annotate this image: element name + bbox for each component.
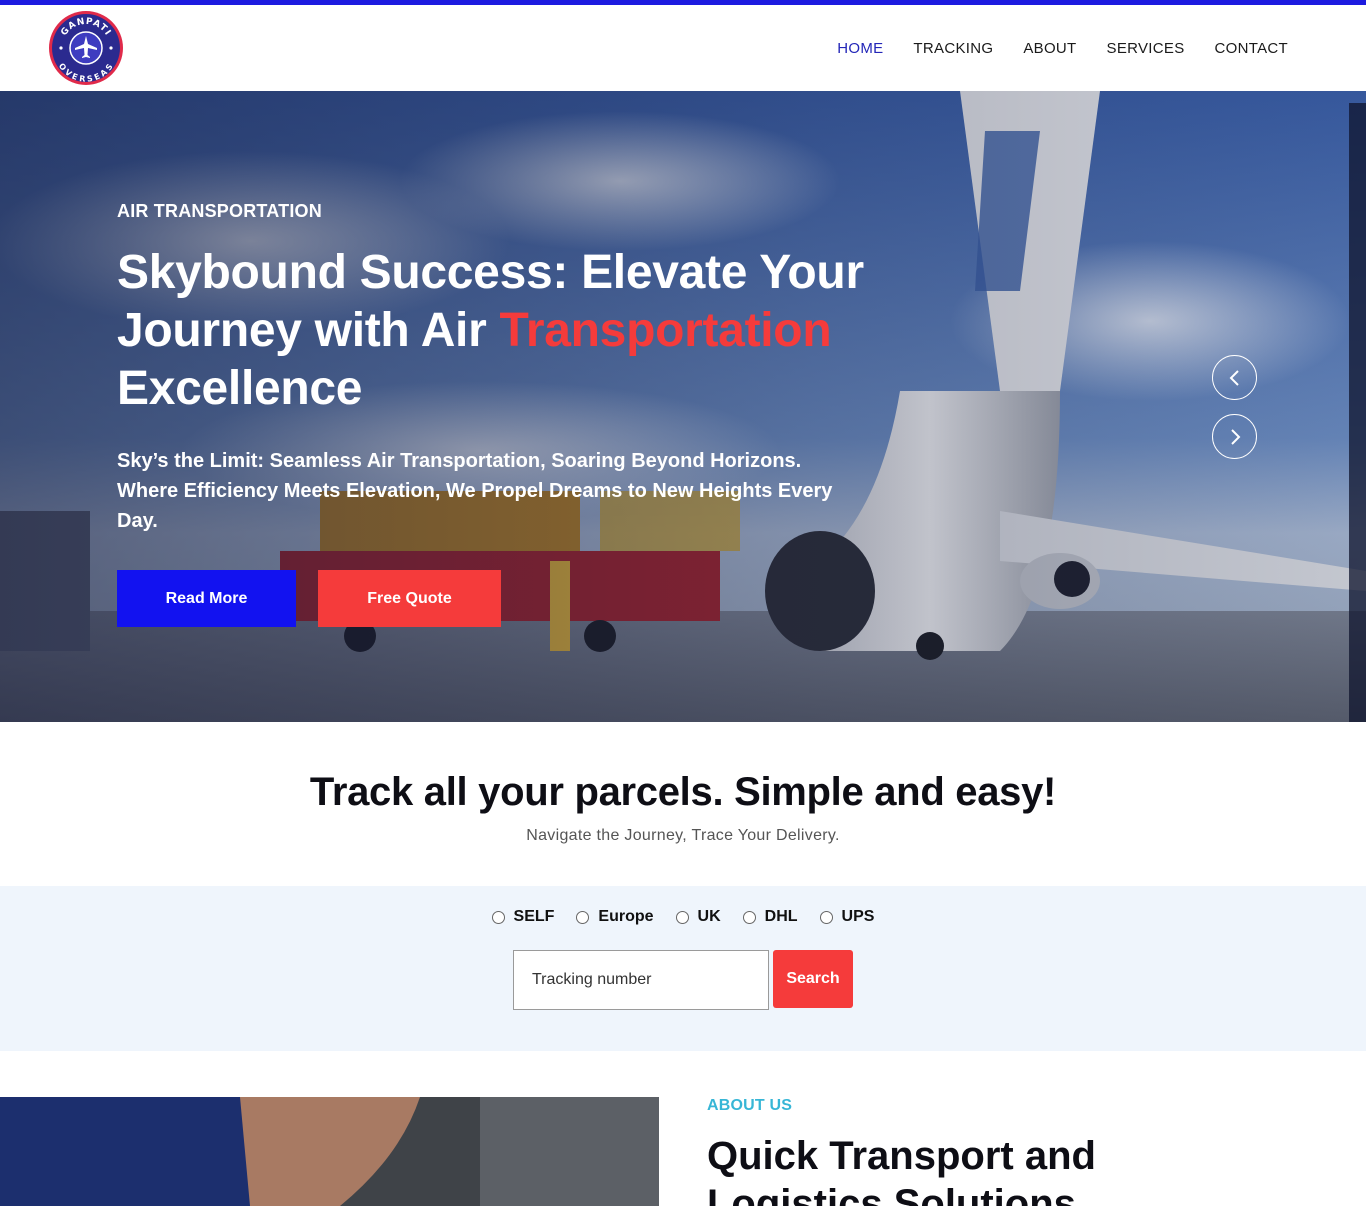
about-title: Quick Transport and Logistics Solutions [707, 1134, 1096, 1206]
main-nav: HOME TRACKING ABOUT SERVICES CONTACT [837, 5, 1288, 91]
carrier-label: UPS [841, 908, 875, 925]
read-more-button[interactable]: Read More [117, 570, 296, 627]
tracking-number-input[interactable] [513, 950, 769, 1010]
carrier-radio-dhl[interactable]: DHL [742, 908, 798, 926]
search-button[interactable]: Search [773, 950, 853, 1008]
hero-content: AIR TRANSPORTATION Skybound Success: Ele… [117, 201, 877, 627]
tracking-subtitle: Navigate the Journey, Trace Your Deliver… [526, 827, 840, 844]
radio-button[interactable] [675, 910, 689, 924]
carrier-radio-ups[interactable]: UPS [819, 908, 875, 926]
carrier-radio-group: SELF Europe UK DHL UPS [0, 908, 1366, 926]
hero-title: Skybound Success: Elevate Your Journey w… [117, 244, 877, 418]
site-header: GANPATI OVERSEAS HOME TRACKING ABOUT SER… [0, 5, 1366, 91]
carrier-radio-uk[interactable]: UK [675, 908, 721, 926]
about-image [0, 1097, 659, 1206]
hero-buttons: Read More Free Quote [117, 570, 877, 627]
carrier-radio-europe[interactable]: Europe [576, 908, 654, 926]
company-logo[interactable]: GANPATI OVERSEAS [48, 10, 124, 86]
carrier-radio-self[interactable]: SELF [491, 908, 555, 926]
slider-prev-button[interactable] [1212, 355, 1257, 400]
hero-title-part2: Excellence [117, 362, 363, 415]
carrier-label: UK [697, 908, 721, 925]
carrier-label: SELF [513, 908, 555, 925]
radio-button[interactable] [576, 910, 590, 924]
about-eyebrow: ABOUT US [707, 1097, 793, 1114]
hero-slider: AIR TRANSPORTATION Skybound Success: Ele… [0, 91, 1366, 722]
chevron-left-icon [1229, 369, 1239, 386]
hero-title-highlight: Transportation [499, 304, 832, 357]
carrier-label: Europe [598, 908, 654, 925]
hero-subtitle: Sky’s the Limit: Seamless Air Transporta… [117, 450, 833, 532]
tracking-header: Track all your parcels. Simple and easy!… [0, 722, 1366, 886]
nav-tracking[interactable]: TRACKING [913, 40, 993, 57]
nav-contact[interactable]: CONTACT [1215, 40, 1288, 57]
chevron-right-icon [1230, 428, 1240, 445]
carrier-label: DHL [764, 908, 798, 925]
free-quote-button[interactable]: Free Quote [318, 570, 501, 627]
nav-home[interactable]: HOME [837, 40, 883, 57]
hero-eyebrow: AIR TRANSPORTATION [117, 201, 322, 221]
tracking-title: Track all your parcels. Simple and easy! [309, 770, 1057, 814]
radio-button[interactable] [819, 910, 833, 924]
nav-services[interactable]: SERVICES [1107, 40, 1185, 57]
radio-button[interactable] [491, 910, 505, 924]
hero-edge-shade [1349, 103, 1366, 722]
radio-button[interactable] [742, 910, 756, 924]
slider-next-button[interactable] [1212, 414, 1257, 459]
nav-about[interactable]: ABOUT [1023, 40, 1076, 57]
tracking-panel: SELF Europe UK DHL UPS Search [0, 886, 1366, 1051]
